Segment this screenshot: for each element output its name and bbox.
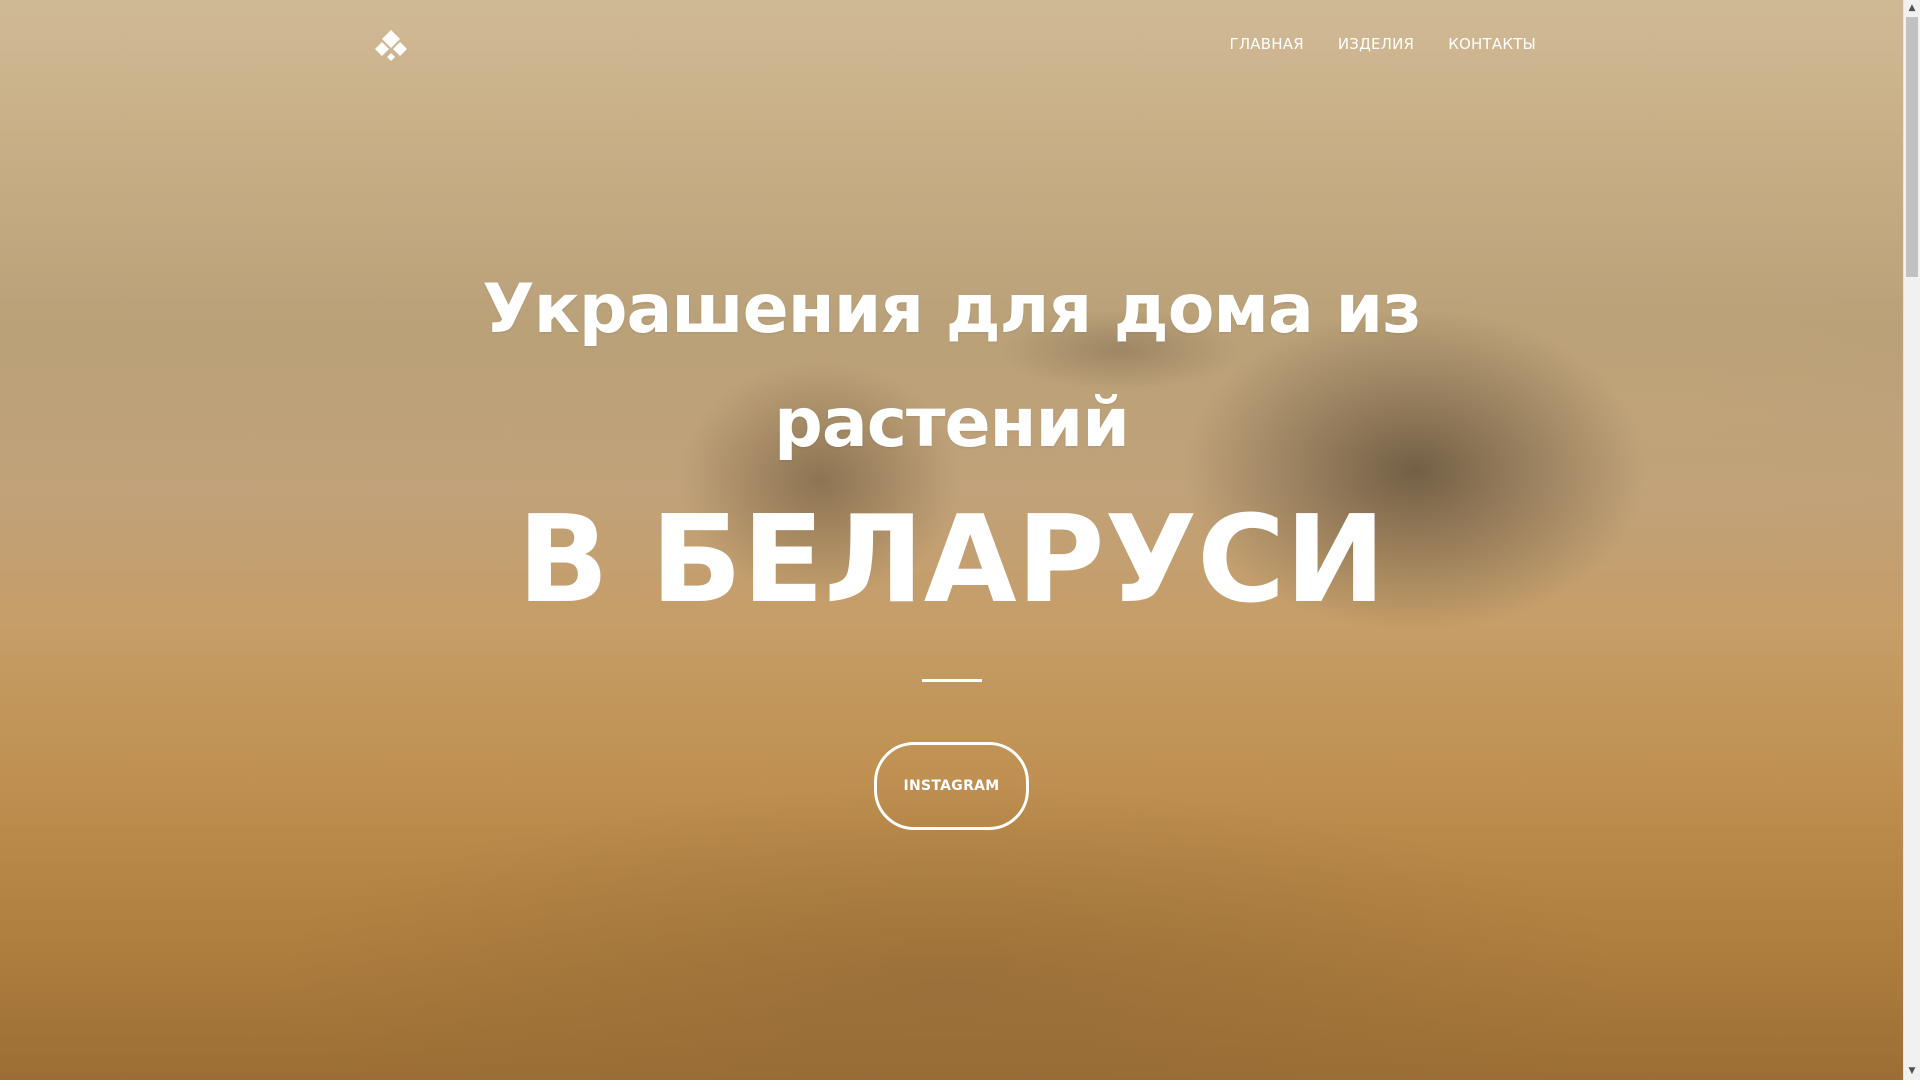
hero-divider	[922, 679, 982, 682]
hero-subtitle-line-1: Украшения для дома из	[482, 270, 1421, 349]
hero-subtitle: Украшения для дома из растений	[0, 253, 1903, 481]
page-scrollbar[interactable]: ▲ ▼	[1903, 0, 1920, 1080]
nav-link-products[interactable]: ИЗДЕЛИЯ	[1338, 35, 1414, 53]
hero-subtitle-line-2: растений	[774, 384, 1130, 463]
nav-link-contacts[interactable]: КОНТАКТЫ	[1448, 35, 1536, 53]
hero-title: В БЕЛАРУСИ	[517, 491, 1386, 630]
browser-viewport: ГЛАВНАЯ ИЗДЕЛИЯ КОНТАКТЫ Украшения для д…	[0, 0, 1920, 1080]
scroll-down-arrow-icon[interactable]: ▼	[1904, 1063, 1920, 1080]
site-logo-icon[interactable]	[374, 28, 408, 62]
scroll-up-arrow-icon[interactable]: ▲	[1904, 0, 1920, 17]
nav-link-home[interactable]: ГЛАВНАЯ	[1229, 35, 1303, 53]
scrollbar-thumb[interactable]	[1906, 17, 1918, 277]
instagram-button[interactable]: INSTAGRAM	[874, 742, 1029, 830]
top-navigation: ГЛАВНАЯ ИЗДЕЛИЯ КОНТАКТЫ	[0, 0, 1903, 90]
main-menu: ГЛАВНАЯ ИЗДЕЛИЯ КОНТАКТЫ	[1229, 35, 1536, 53]
